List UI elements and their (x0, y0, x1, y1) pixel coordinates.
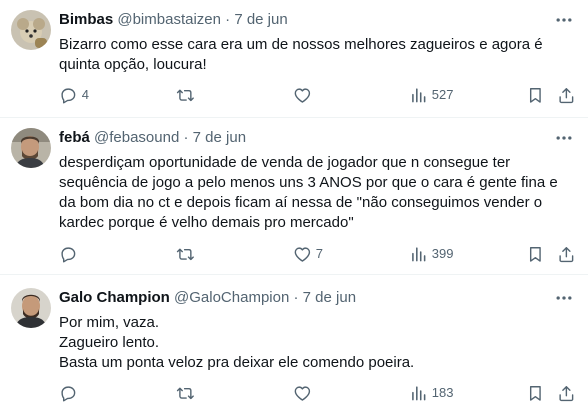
author-handle[interactable]: @GaloChampion (174, 289, 289, 306)
views-count: 183 (431, 385, 454, 400)
bookmark-icon (529, 87, 541, 103)
bookmark-icon (529, 246, 541, 262)
share-icon (559, 385, 574, 401)
heart-icon (294, 247, 311, 262)
views-button[interactable]: 183 (409, 383, 453, 403)
tweet-header: Bimbas @bimbastaizen · 7 de jun (59, 10, 288, 30)
reply-button[interactable] (59, 244, 82, 264)
tweet[interactable]: Bimbas @bimbastaizen · 7 de jun Bizarro … (0, 0, 588, 118)
share-button[interactable] (557, 85, 576, 105)
tweet-actions: 183 (59, 383, 579, 403)
separator-dot: · (225, 11, 231, 28)
views-count: 399 (431, 246, 454, 261)
views-button[interactable]: 399 (409, 244, 453, 264)
reply-icon (61, 386, 76, 402)
author-name[interactable]: Galo Champion (59, 289, 170, 306)
tweet-actions: 7 399 (59, 244, 579, 264)
tweet-text: Por mim, vaza. Zagueiro lento. Basta um … (59, 314, 415, 371)
tweet-timestamp[interactable]: 7 de jun (303, 289, 356, 306)
tweet-actions: 4 527 (59, 85, 579, 105)
retweet-icon (176, 248, 194, 260)
like-button[interactable] (293, 85, 316, 105)
author-name[interactable]: Bimbas (59, 11, 113, 28)
reply-button[interactable] (59, 383, 82, 403)
tweet-timestamp[interactable]: 7 de jun (193, 129, 246, 146)
tweet-header: Galo Champion @GaloChampion · 7 de jun (59, 288, 356, 308)
tweet-text: Bizarro como esse cara era um de nossos … (59, 36, 543, 73)
reply-count: 4 (81, 87, 89, 102)
share-icon (559, 246, 574, 262)
author-handle[interactable]: @febasound (94, 129, 179, 146)
tweet-header: febá @febasound · 7 de jun (59, 128, 246, 148)
separator-dot: · (293, 289, 299, 306)
retweet-button[interactable] (176, 85, 199, 105)
like-button[interactable] (293, 383, 316, 403)
views-chart-icon (412, 246, 426, 262)
author-name[interactable]: febá (59, 129, 90, 146)
more-options-icon[interactable] (554, 10, 574, 30)
retweet-button[interactable] (176, 383, 199, 403)
dog-avatar-icon[interactable] (11, 10, 51, 50)
share-button[interactable] (557, 244, 576, 264)
views-chart-icon (412, 87, 426, 103)
more-options-icon[interactable] (554, 128, 574, 148)
tweet-timestamp[interactable]: 7 de jun (234, 11, 287, 28)
views-count: 527 (431, 87, 454, 102)
more-options-icon[interactable] (554, 288, 574, 308)
bookmark-button[interactable] (526, 383, 545, 403)
reply-icon (61, 247, 76, 263)
author-handle[interactable]: @bimbastaizen (117, 11, 221, 28)
retweet-button[interactable] (176, 244, 199, 264)
retweet-icon (176, 89, 194, 101)
bookmark-button[interactable] (526, 244, 545, 264)
views-chart-icon (412, 385, 426, 401)
like-count: 7 (315, 246, 323, 261)
tweet[interactable]: Galo Champion @GaloChampion · 7 de jun P… (0, 276, 588, 410)
reply-button[interactable]: 4 (59, 85, 89, 105)
retweet-icon (176, 387, 194, 399)
like-button[interactable]: 7 (293, 244, 323, 264)
views-button[interactable]: 527 (409, 85, 453, 105)
heart-icon (294, 386, 311, 401)
tweet[interactable]: febá @febasound · 7 de jun desperdiçam o… (0, 118, 588, 275)
reply-icon (61, 88, 76, 104)
tweet-text: desperdiçam oportunidade de venda de jog… (59, 154, 558, 231)
separator-dot: · (183, 129, 189, 146)
bookmark-icon (529, 385, 541, 401)
share-icon (559, 87, 574, 103)
person-avatar-icon[interactable] (11, 288, 51, 328)
person-avatar-icon[interactable] (11, 128, 51, 168)
heart-icon (294, 88, 311, 103)
share-button[interactable] (557, 383, 576, 403)
bookmark-button[interactable] (526, 85, 545, 105)
